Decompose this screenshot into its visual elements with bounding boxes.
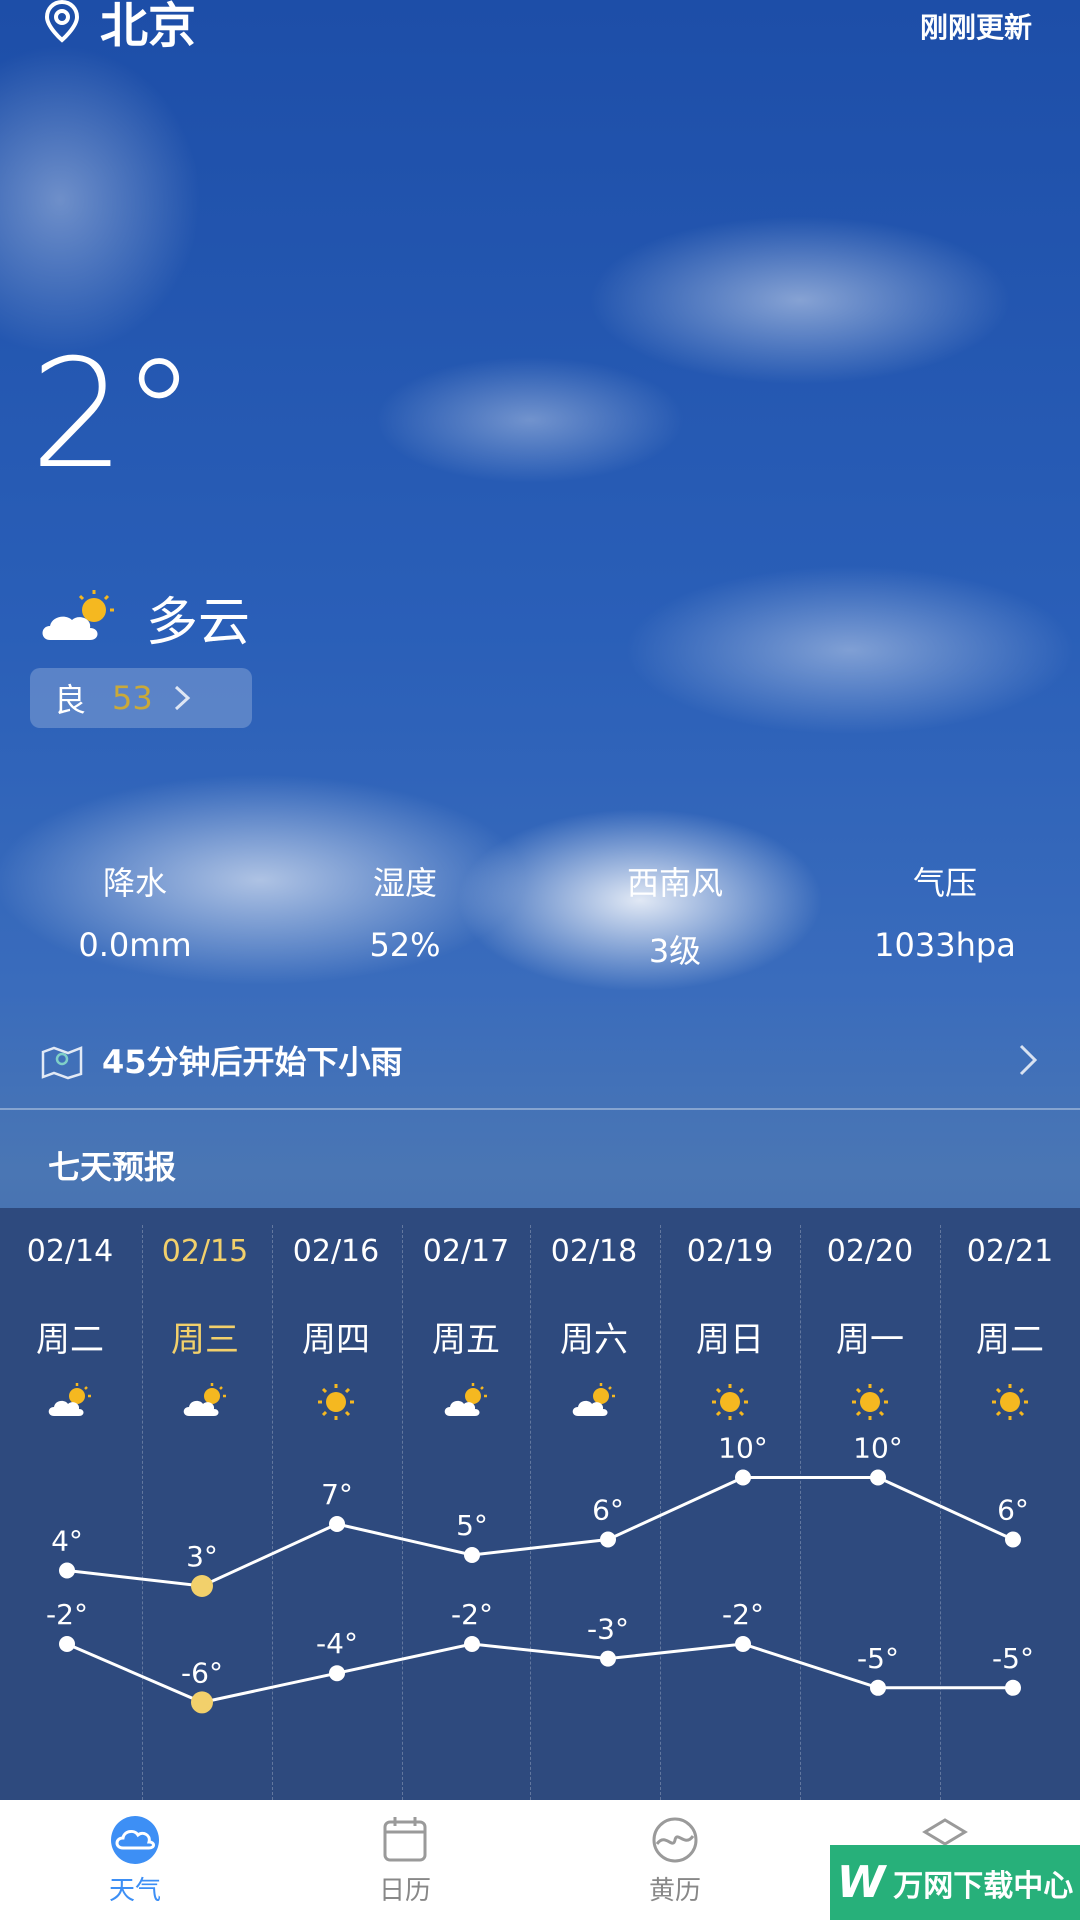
rain-alert-text: 45分钟后开始下小雨 — [102, 1043, 403, 1081]
tab-almanac[interactable]: 黄历 — [540, 1800, 810, 1920]
high-temp-point — [464, 1547, 480, 1563]
partly-cloudy-icon — [42, 589, 114, 640]
low-temp-label: -2° — [722, 1598, 764, 1631]
low-temp-point — [735, 1636, 751, 1652]
rain-alert[interactable]: 45分钟后开始下小雨 — [40, 1030, 1040, 1090]
tab-label: 黄历 — [648, 1876, 701, 1906]
high-temp-point — [735, 1469, 751, 1486]
low-temp-point — [600, 1650, 616, 1667]
stat-value: 1033hpa — [874, 926, 1016, 964]
stat-wind: 西南风 3级 — [540, 858, 810, 972]
chevron-right-icon — [1019, 1044, 1038, 1076]
high-temp-label: 3° — [186, 1540, 218, 1573]
low-temp-label: -5° — [857, 1642, 899, 1675]
section-divider — [0, 1108, 1080, 1110]
stat-value: 3级 — [648, 932, 702, 970]
low-temp-point — [1005, 1679, 1021, 1696]
tab-weather[interactable]: 天气 — [0, 1800, 270, 1920]
high-temp-label: 5° — [456, 1509, 488, 1542]
low-temp-label: -2° — [46, 1598, 88, 1631]
high-temp-point — [191, 1575, 213, 1597]
stat-precipitation: 降水 0.0mm — [0, 858, 270, 972]
aqi-badge[interactable]: 良 53 — [30, 668, 252, 728]
calendar-icon — [383, 1817, 427, 1862]
tab-label: 天气 — [108, 1876, 161, 1906]
high-temp-point — [59, 1562, 75, 1579]
high-temp-label: 7° — [321, 1478, 353, 1511]
low-temp-point — [464, 1636, 480, 1652]
weather-stats: 降水 0.0mm 湿度 52% 西南风 3级 气压 1033hpa — [0, 858, 1080, 972]
low-temp-point — [870, 1679, 886, 1696]
aqi-value: 53 — [112, 679, 153, 717]
location-pin-icon — [44, 0, 80, 43]
chevron-right-icon — [174, 685, 190, 711]
low-temp-point — [191, 1691, 213, 1714]
temperature-chart: 4° -2° 3° -6° 7° -4° 5° -2° 6° -3° 10° -2° 10° -5° 6° -… — [46, 1432, 1034, 1714]
high-temp-label: 6° — [592, 1494, 624, 1527]
forecast-title: 七天预报 — [48, 1148, 177, 1186]
high-temp-label: 10° — [853, 1432, 903, 1465]
stat-label: 降水 — [102, 864, 167, 902]
low-temp-point — [59, 1636, 75, 1652]
low-temp-label: -5° — [992, 1642, 1034, 1675]
tab-label: 日历 — [378, 1876, 431, 1906]
stat-label: 气压 — [912, 864, 977, 902]
update-status: 刚刚更新 — [919, 11, 1032, 44]
high-temp-label: 10° — [718, 1432, 768, 1465]
watermark-text: 万网下载中心 — [893, 1868, 1074, 1904]
low-temp-label: -3° — [587, 1613, 629, 1646]
low-temp-label: -4° — [316, 1627, 358, 1660]
watermark-w: W — [836, 1857, 886, 1908]
low-temp-label: -2° — [451, 1598, 493, 1631]
high-temp-label: 6° — [997, 1494, 1029, 1527]
almanac-icon — [652, 1817, 698, 1863]
current-condition: 多云 — [36, 580, 250, 655]
stat-pressure: 气压 1033hpa — [810, 858, 1080, 972]
stat-label: 湿度 — [372, 864, 437, 902]
high-temp-point — [1005, 1531, 1021, 1548]
condition-text: 多云 — [146, 593, 251, 653]
watermark-logo: W 万网下载中心 — [830, 1845, 1080, 1920]
stat-label: 西南风 — [626, 864, 723, 902]
aqi-label: 良 — [54, 681, 87, 719]
location-header[interactable]: 北京 — [42, 0, 196, 56]
stat-humidity: 湿度 52% — [270, 858, 540, 972]
stat-value: 52% — [369, 926, 441, 964]
low-temp-label: -6° — [181, 1656, 223, 1689]
high-temp-label: 4° — [51, 1525, 83, 1558]
current-temperature: 2° — [30, 328, 196, 502]
low-temp-point — [329, 1665, 345, 1682]
map-pin-icon — [41, 1046, 83, 1080]
high-temp-point — [329, 1516, 345, 1532]
high-temp-point — [600, 1531, 616, 1548]
high-temp-point — [870, 1469, 886, 1486]
city-name[interactable]: 北京 — [100, 0, 196, 56]
weather-icon — [111, 1816, 159, 1864]
stat-value: 0.0mm — [78, 926, 192, 964]
tab-calendar[interactable]: 日历 — [270, 1800, 540, 1920]
